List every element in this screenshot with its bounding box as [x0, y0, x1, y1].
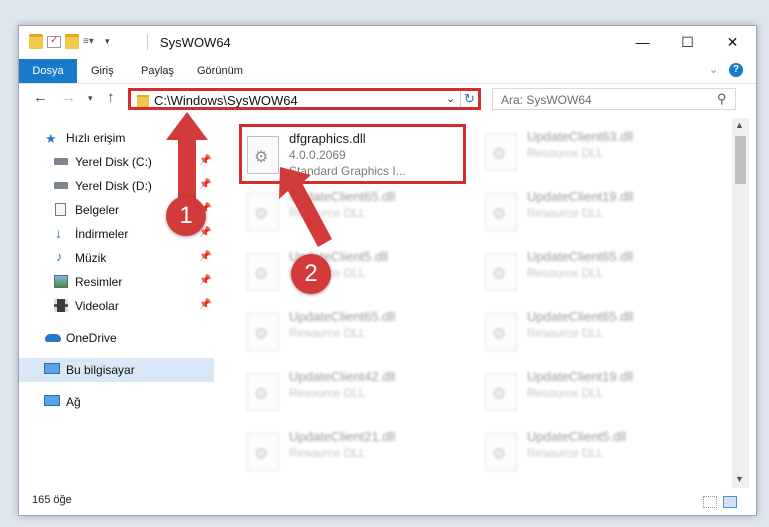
step-1-badge: 1: [166, 196, 206, 236]
arrow-2: [279, 167, 332, 247]
annotation-arrows: [166, 112, 332, 247]
step-2-badge: 2: [291, 254, 331, 294]
arrow-1: [166, 112, 208, 206]
